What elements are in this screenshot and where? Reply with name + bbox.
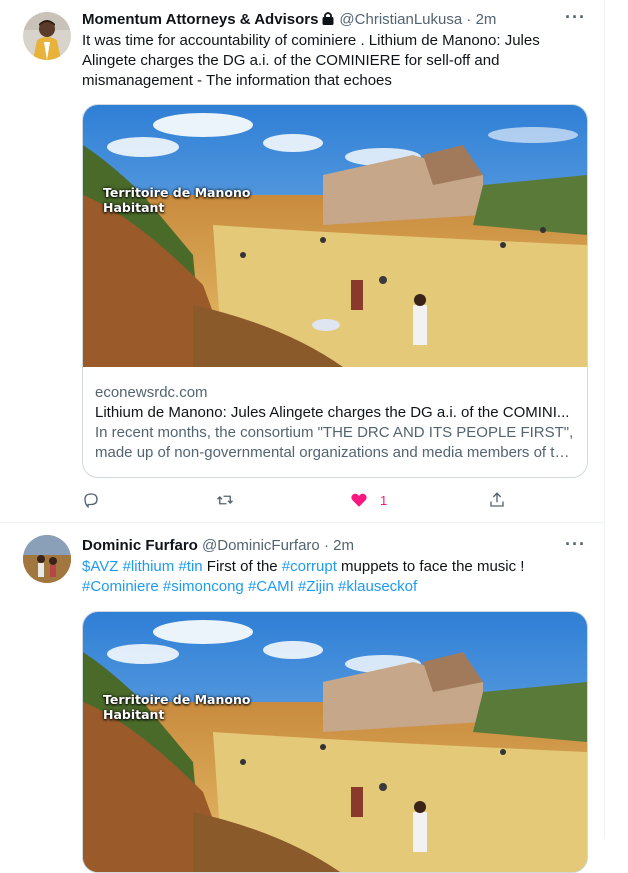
separator-dot: ·: [319, 537, 334, 554]
reply-icon: [82, 491, 100, 509]
card-text: econewsrdc.com Lithium de Manono: Jules …: [95, 383, 575, 463]
heart-filled-icon: [350, 491, 368, 509]
hashtag-link[interactable]: #corrupt: [282, 558, 337, 575]
tweet-text: $AVZ #lithium #tin First of the #corrupt…: [82, 557, 562, 597]
avatar[interactable]: [23, 535, 71, 583]
more-options-icon[interactable]: ···: [565, 8, 586, 26]
reply-button[interactable]: [82, 489, 100, 511]
card-title: Lithium de Manono: Jules Alingete charge…: [95, 404, 570, 421]
hashtag-link[interactable]: #tin: [178, 558, 202, 575]
author-name[interactable]: Dominic Furfaro: [82, 537, 198, 554]
tweet-actions: 1: [82, 489, 504, 513]
hashtag-link[interactable]: #lithium: [123, 558, 175, 575]
timeline-feed: Momentum Attorneys & Advisors @ChristianL…: [0, 0, 605, 873]
hashtag-link[interactable]: #Cominiere: [82, 578, 159, 595]
hashtag-link[interactable]: #simoncong: [163, 578, 244, 595]
tweet-time[interactable]: 2m: [476, 11, 497, 28]
tweet-text-segment: First of the: [202, 558, 282, 575]
image-caption: Territoire de Manono Habitant: [103, 185, 251, 215]
image-caption: Territoire de Manono Habitant: [103, 692, 251, 722]
hashtag-link[interactable]: #Zijin: [298, 578, 334, 595]
like-button[interactable]: 1: [350, 489, 387, 511]
avatar[interactable]: [23, 12, 71, 60]
card-image[interactable]: Territoire de Manono Habitant: [83, 105, 587, 367]
tweet-time[interactable]: 2m: [333, 537, 354, 554]
share-button[interactable]: [488, 489, 506, 511]
author-handle[interactable]: @ChristianLukusa: [339, 11, 462, 28]
author-handle[interactable]: @DominicFurfaro: [202, 537, 320, 554]
hashtag-link[interactable]: #klauseckof: [338, 578, 417, 595]
share-icon: [488, 491, 506, 509]
author-name[interactable]: Momentum Attorneys & Advisors: [82, 11, 318, 28]
retweet-icon: [216, 491, 234, 509]
tweet-text-line: #Cominiere #simoncong #CAMI #Zijin #klau…: [82, 577, 562, 597]
tweet[interactable]: Dominic Furfaro @DominicFurfaro · 2m ···…: [0, 523, 604, 873]
retweet-button[interactable]: [216, 489, 234, 511]
card-description: In recent months, the consortium "THE DR…: [95, 424, 575, 461]
mining-scene-image: [83, 612, 587, 872]
tweet-text-segment: muppets to face the music !: [336, 558, 525, 575]
link-card[interactable]: Territoire de Manono Habitant: [82, 611, 588, 873]
tweet-text-line: mismanagement - The information that ech…: [82, 72, 392, 89]
separator-dot: ·: [462, 11, 476, 28]
tweet-text-line: $AVZ #lithium #tin First of the #corrupt…: [82, 557, 562, 577]
hashtag-link[interactable]: $AVZ: [82, 558, 118, 575]
hashtag-link[interactable]: #CAMI: [248, 578, 294, 595]
card-image[interactable]: Territoire de Manono Habitant: [83, 612, 587, 872]
mining-scene-image: [83, 105, 587, 367]
tweet-text-line: It was time for accountability of comini…: [82, 32, 540, 49]
link-card[interactable]: Territoire de Manono Habitant econewsrdc…: [82, 104, 588, 478]
tweet-text: It was time for accountability of comini…: [82, 31, 562, 91]
tweet-header: Dominic Furfaro @DominicFurfaro · 2m: [82, 536, 584, 556]
more-options-icon[interactable]: ···: [565, 535, 586, 553]
card-domain: econewsrdc.com: [95, 384, 208, 401]
tweet-header: Momentum Attorneys & Advisors @ChristianL…: [82, 10, 584, 32]
lock-icon: [320, 10, 336, 32]
like-count: 1: [380, 492, 388, 508]
tweet-text-line: Alingete charges the DG a.i. of the COMI…: [82, 52, 500, 69]
tweet[interactable]: Momentum Attorneys & Advisors @ChristianL…: [0, 0, 604, 523]
